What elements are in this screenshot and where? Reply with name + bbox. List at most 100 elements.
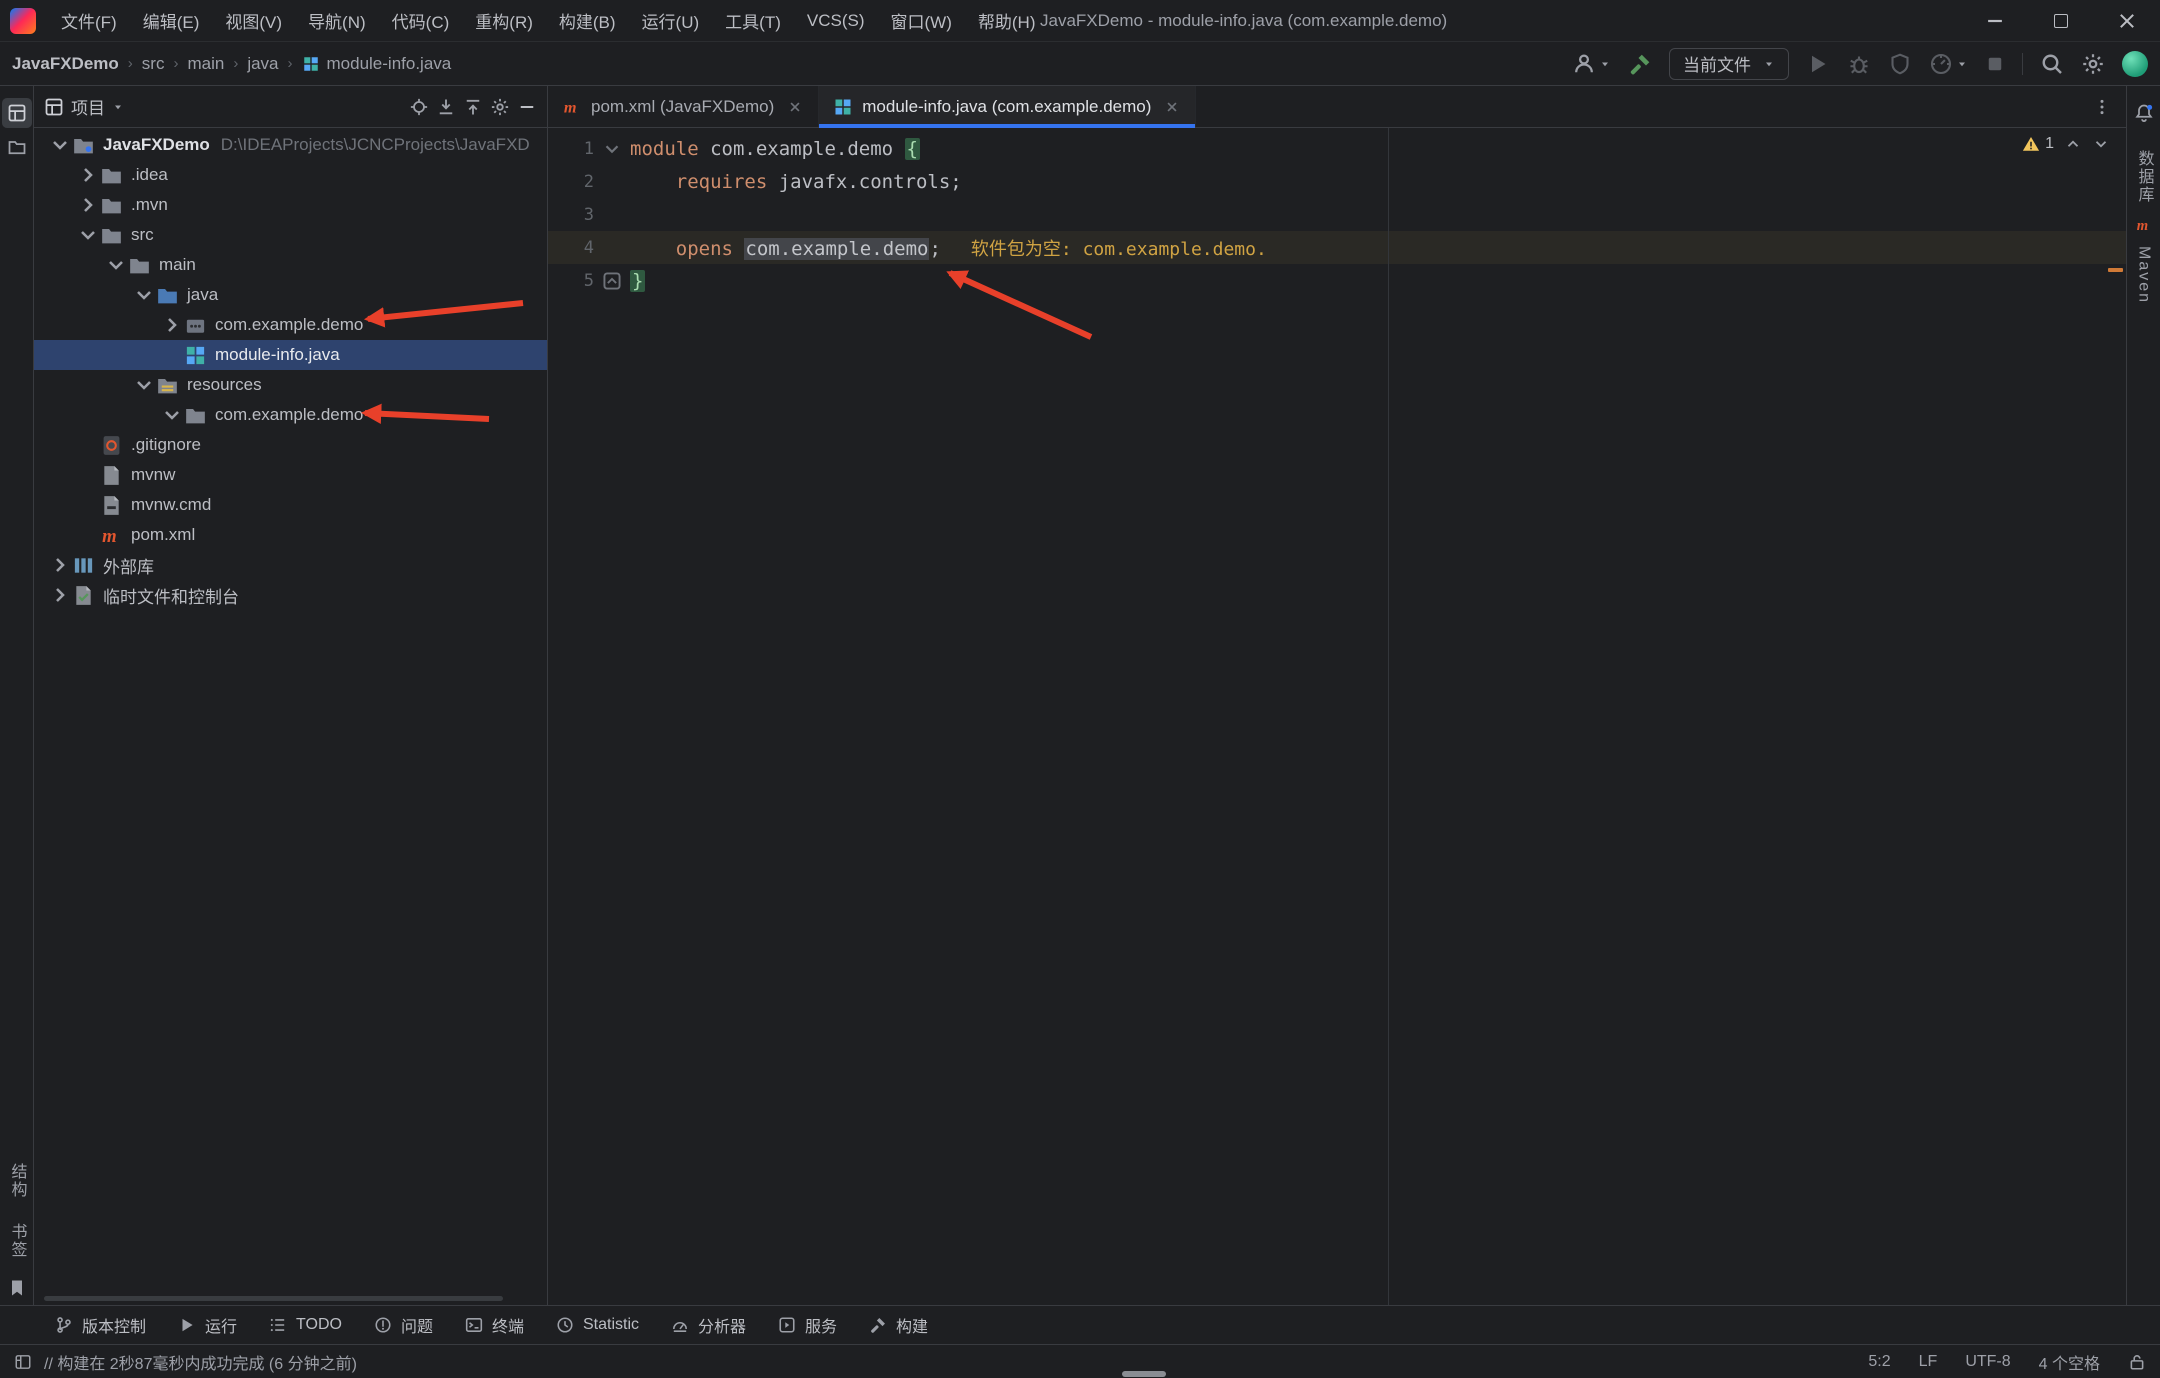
run-configuration-select[interactable]: 当前文件: [1669, 48, 1789, 80]
tool-window-button[interactable]: 终端: [454, 1306, 535, 1344]
code-line[interactable]: 1module com.example.demo {: [548, 132, 2126, 165]
tool-window-button[interactable]: 分析器: [660, 1306, 757, 1344]
run-button[interactable]: [1806, 52, 1830, 76]
menu-item[interactable]: 导航(N): [295, 0, 379, 41]
tool-stripe-label[interactable]: 书签: [5, 1223, 29, 1259]
select-opened-file-button[interactable]: [409, 97, 429, 117]
tree-item[interactable]: 临时文件和控制台: [34, 580, 547, 610]
tool-window-layout-icon[interactable]: [14, 1353, 32, 1371]
commit-tool-button[interactable]: [2, 132, 32, 162]
tool-window-button[interactable]: 版本控制: [44, 1306, 157, 1344]
tree-item[interactable]: JavaFXDemoD:\IDEAProjects\JCNCProjects\J…: [34, 130, 547, 160]
menu-item[interactable]: 运行(U): [629, 0, 713, 41]
menu-item[interactable]: 文件(F): [48, 0, 130, 41]
menu-item[interactable]: 帮助(H): [965, 0, 1049, 41]
breadcrumb-item[interactable]: module-info.java: [302, 54, 452, 74]
chevron-down-icon[interactable]: [112, 101, 124, 113]
settings-button[interactable]: [2081, 52, 2105, 76]
tab-close-icon[interactable]: [786, 98, 804, 116]
tool-stripe-button[interactable]: 数据库: [2132, 138, 2156, 216]
panel-options-button[interactable]: [490, 97, 510, 117]
tree-item[interactable]: main: [34, 250, 547, 280]
chevron-right-icon[interactable]: [76, 163, 100, 187]
minimize-button[interactable]: [1962, 0, 2028, 41]
readonly-lock-icon[interactable]: [2128, 1353, 2146, 1371]
notifications-button[interactable]: [2129, 98, 2159, 128]
chevron-right-icon[interactable]: [48, 583, 72, 607]
tree-item[interactable]: mvnw: [34, 460, 547, 490]
menu-item[interactable]: 代码(C): [379, 0, 463, 41]
tree-item[interactable]: .gitignore: [34, 430, 547, 460]
chevron-right-icon[interactable]: [48, 553, 72, 577]
chevron-down-icon[interactable]: [132, 373, 156, 397]
horizontal-scrollbar[interactable]: [44, 1296, 503, 1301]
chevron-down-icon[interactable]: [132, 283, 156, 307]
code-line[interactable]: 5}: [548, 264, 2126, 297]
tree-item[interactable]: com.example.demo: [34, 310, 547, 340]
tree-item[interactable]: mvnw.cmd: [34, 490, 547, 520]
code-line[interactable]: 2 requires javafx.controls;: [548, 165, 2126, 198]
profiler-button[interactable]: [1929, 52, 1968, 76]
tree-item[interactable]: 外部库: [34, 550, 547, 580]
menu-item[interactable]: 窗口(W): [878, 0, 965, 41]
file-encoding[interactable]: UTF-8: [1965, 1353, 2010, 1371]
indent-style[interactable]: 4 个空格: [2039, 1350, 2100, 1374]
editor-tab[interactable]: module-info.java (com.example.demo): [819, 86, 1196, 127]
tree-item[interactable]: .mvn: [34, 190, 547, 220]
breadcrumb-item[interactable]: java: [247, 54, 278, 74]
menu-item[interactable]: 编辑(E): [130, 0, 213, 41]
tool-window-button[interactable]: 构建: [858, 1306, 939, 1344]
bookmarks-tool-button[interactable]: [2, 1273, 32, 1303]
tree-item[interactable]: module-info.java: [34, 340, 547, 370]
caret-position[interactable]: 5:2: [1868, 1353, 1890, 1371]
build-project-button[interactable]: [1628, 52, 1652, 76]
code-line[interactable]: 4 opens com.example.demo;软件包为空: com.exam…: [548, 231, 2126, 264]
chevron-down-icon[interactable]: [104, 253, 128, 277]
profile-avatar[interactable]: [2122, 51, 2148, 77]
menu-item[interactable]: VCS(S): [794, 0, 878, 41]
tab-options-button[interactable]: [2078, 86, 2126, 127]
expand-all-button[interactable]: [436, 97, 456, 117]
project-tool-button[interactable]: [2, 98, 32, 128]
line-separator[interactable]: LF: [1919, 1353, 1938, 1371]
next-problem-button[interactable]: [2092, 135, 2110, 153]
stop-button[interactable]: [1985, 54, 2005, 74]
tool-window-button[interactable]: TODO: [258, 1306, 353, 1344]
tab-close-icon[interactable]: [1163, 98, 1181, 116]
taskbar-peek-pill[interactable]: [1122, 1371, 1166, 1377]
breadcrumb-item[interactable]: main: [187, 54, 224, 74]
tool-window-button[interactable]: 运行: [167, 1306, 248, 1344]
tool-window-button[interactable]: 服务: [767, 1306, 848, 1344]
tree-item[interactable]: src: [34, 220, 547, 250]
chevron-down-icon[interactable]: [160, 403, 184, 427]
tree-item[interactable]: java: [34, 280, 547, 310]
debug-button[interactable]: [1847, 52, 1871, 76]
code-editor[interactable]: 1module com.example.demo {2 requires jav…: [548, 128, 2126, 1305]
vcs-user-button[interactable]: [1572, 52, 1611, 76]
tool-window-button[interactable]: 问题: [363, 1306, 444, 1344]
chevron-down-icon[interactable]: [48, 133, 72, 157]
tool-window-button[interactable]: Statistic: [545, 1306, 650, 1344]
search-everywhere-button[interactable]: [2040, 52, 2064, 76]
close-button[interactable]: [2094, 0, 2160, 41]
tool-stripe-button[interactable]: mMaven: [2135, 216, 2153, 316]
chevron-right-icon[interactable]: [160, 313, 184, 337]
breadcrumb-item[interactable]: JavaFXDemo: [12, 54, 119, 74]
maximize-button[interactable]: [2028, 0, 2094, 41]
breadcrumb-item[interactable]: src: [142, 54, 165, 74]
chevron-right-icon[interactable]: [76, 193, 100, 217]
collapse-all-button[interactable]: [463, 97, 483, 117]
previous-problem-button[interactable]: [2064, 135, 2082, 153]
editor-tab[interactable]: mpom.xml (JavaFXDemo): [548, 86, 819, 127]
menu-item[interactable]: 构建(B): [546, 0, 629, 41]
menu-item[interactable]: 视图(V): [212, 0, 295, 41]
tree-item[interactable]: com.example.demo: [34, 400, 547, 430]
hide-panel-button[interactable]: [517, 97, 537, 117]
tool-stripe-label[interactable]: 结构: [5, 1163, 29, 1199]
coverage-button[interactable]: [1888, 52, 1912, 76]
menu-item[interactable]: 重构(R): [462, 0, 546, 41]
tree-item[interactable]: resources: [34, 370, 547, 400]
menu-item[interactable]: 工具(T): [712, 0, 794, 41]
chevron-down-icon[interactable]: [76, 223, 100, 247]
warning-stripe-mark[interactable]: [2108, 268, 2123, 272]
